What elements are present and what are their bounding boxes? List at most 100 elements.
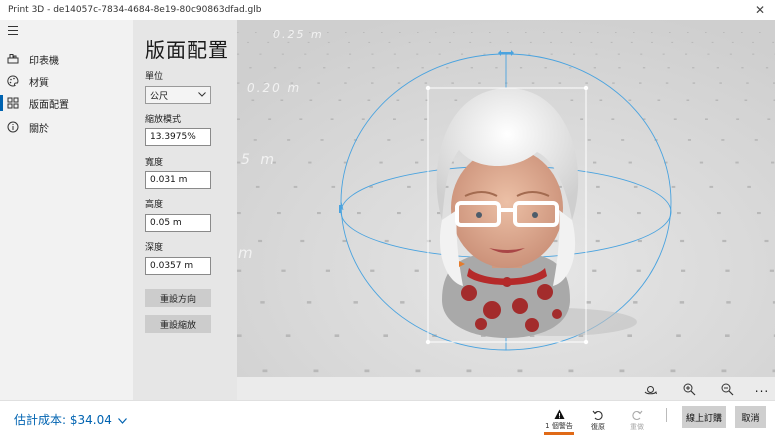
grid-dot bbox=[446, 67, 449, 69]
grid-dot bbox=[470, 67, 473, 69]
cancel-button[interactable]: 取消 bbox=[735, 406, 766, 428]
grid-dot bbox=[309, 99, 313, 101]
grid-dot bbox=[353, 301, 358, 304]
width-input[interactable]: 0.031 m bbox=[145, 171, 211, 189]
grid-dot bbox=[415, 161, 419, 164]
grid-dot bbox=[277, 212, 281, 215]
zoom-in-icon[interactable] bbox=[681, 381, 697, 397]
grid-dot bbox=[255, 185, 260, 188]
grid-dot bbox=[267, 41, 270, 43]
grid-dot bbox=[397, 82, 401, 84]
grid-dot bbox=[676, 334, 681, 337]
grid-dot bbox=[543, 32, 545, 33]
grid-dot bbox=[397, 212, 401, 215]
grid-dot bbox=[692, 82, 696, 84]
grid-dot bbox=[347, 67, 350, 69]
grid-dot bbox=[677, 212, 681, 215]
grid-dot bbox=[249, 67, 252, 69]
redo-button[interactable]: 重做 bbox=[619, 405, 655, 435]
grid-dot bbox=[590, 41, 593, 43]
grid-dot bbox=[568, 369, 574, 373]
grid-dot bbox=[707, 53, 710, 55]
grid-dot bbox=[370, 269, 375, 272]
grid-dot bbox=[769, 269, 774, 272]
grid-dot bbox=[735, 161, 739, 164]
grid-dot bbox=[273, 67, 277, 69]
unit-label: 單位 bbox=[145, 72, 164, 82]
grid-dot bbox=[754, 139, 758, 141]
grid-dot bbox=[453, 32, 455, 33]
nav-item-about[interactable]: 關於 bbox=[0, 116, 133, 138]
close-icon[interactable]: ✕ bbox=[755, 3, 765, 17]
grid-dot bbox=[307, 41, 310, 43]
nav-label-layout: 版面配置 bbox=[29, 99, 69, 111]
grid-dot bbox=[597, 212, 601, 215]
divider bbox=[666, 408, 667, 422]
more-icon[interactable]: ... bbox=[752, 381, 772, 397]
redo-icon bbox=[632, 410, 643, 421]
undo-button[interactable]: 復原 bbox=[580, 405, 616, 435]
nav-item-material[interactable]: 材質 bbox=[0, 70, 133, 92]
warning-button[interactable]: 1 個警告 bbox=[541, 405, 577, 435]
grid-dot bbox=[255, 32, 257, 33]
order-online-button[interactable]: 線上訂購 bbox=[682, 406, 726, 428]
grid-dot bbox=[260, 301, 265, 304]
grid-dot bbox=[357, 212, 361, 215]
nav-item-printer[interactable]: 印表機 bbox=[0, 48, 133, 70]
grid-dot bbox=[687, 32, 689, 33]
grid-dot bbox=[593, 161, 597, 164]
nav-item-layout[interactable]: 版面配置 bbox=[0, 92, 133, 114]
grid-dot bbox=[253, 139, 257, 141]
grid-dot bbox=[304, 53, 307, 55]
grid-dot bbox=[338, 99, 342, 101]
grid-dot bbox=[764, 239, 769, 243]
depth-input[interactable]: 0.0357 m bbox=[145, 257, 211, 275]
hamburger-menu-icon[interactable] bbox=[8, 26, 18, 35]
grid-label-020: 0.20 m bbox=[247, 81, 301, 95]
palette-icon bbox=[6, 74, 20, 88]
grid-dot bbox=[757, 212, 761, 215]
height-input[interactable]: 0.05 m bbox=[145, 214, 211, 232]
redo-label: 重做 bbox=[630, 423, 644, 431]
3d-viewport[interactable]: 0.25 m 0.20 m 5 m m bbox=[237, 20, 775, 377]
grid-dot bbox=[387, 139, 391, 141]
grid-dot bbox=[580, 118, 584, 120]
grid-dot bbox=[388, 41, 391, 43]
grid-dot bbox=[721, 139, 725, 141]
side-nav: 印表機 材質 版面配置 關於 bbox=[0, 20, 133, 400]
grid-dot bbox=[630, 41, 633, 43]
cost-estimate[interactable]: 估計成本: $34.04 bbox=[14, 411, 127, 428]
grid-dot bbox=[725, 334, 730, 337]
grid-dot bbox=[617, 53, 620, 55]
grid-dot bbox=[325, 269, 330, 272]
reset-orientation-button[interactable]: 重設方向 bbox=[145, 289, 211, 307]
grid-dot bbox=[299, 118, 303, 120]
grid-dot bbox=[544, 67, 547, 69]
grid-dot bbox=[667, 67, 670, 69]
grid-dot bbox=[399, 32, 401, 33]
grid-dot bbox=[744, 99, 748, 101]
grid-dot bbox=[628, 99, 632, 101]
grid-dot bbox=[438, 53, 441, 55]
grid-dot bbox=[461, 53, 464, 55]
grid-dot bbox=[237, 334, 242, 337]
grid-dot bbox=[636, 269, 641, 272]
view-3d-icon[interactable] bbox=[642, 381, 658, 397]
reset-scale-button[interactable]: 重設縮放 bbox=[145, 315, 211, 333]
unit-select[interactable]: 公尺 bbox=[145, 86, 211, 104]
grid-dot bbox=[651, 41, 653, 43]
grid-dot bbox=[550, 53, 553, 55]
scale-input[interactable]: 13.3975% bbox=[145, 128, 211, 146]
grid-dot bbox=[469, 41, 472, 43]
grid-dot bbox=[396, 67, 400, 69]
grid-dot bbox=[771, 161, 775, 164]
grid-dot bbox=[612, 82, 615, 84]
grid-dot bbox=[237, 118, 240, 120]
grid-dot bbox=[451, 82, 454, 84]
zoom-out-icon[interactable] bbox=[719, 381, 735, 397]
cost-label: 估計成本: $34.04 bbox=[14, 413, 112, 427]
grid-dot bbox=[327, 32, 329, 33]
grid-dot bbox=[308, 161, 312, 164]
grid-dot bbox=[237, 32, 239, 33]
grid-dot bbox=[752, 53, 755, 55]
